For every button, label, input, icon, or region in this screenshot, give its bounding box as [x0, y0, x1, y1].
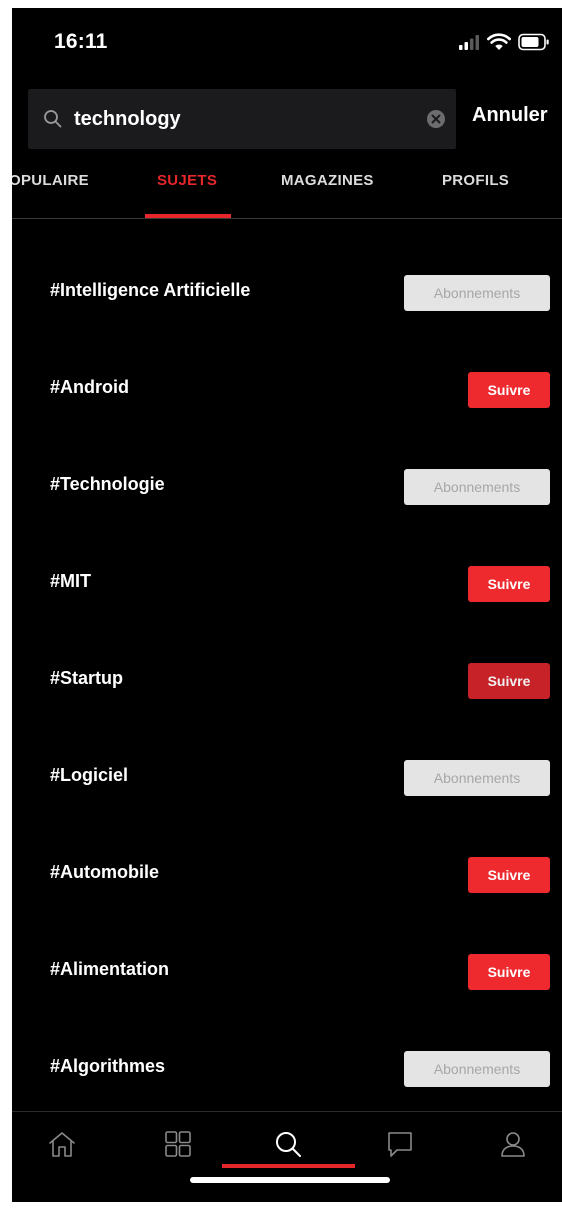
home-indicator [190, 1177, 390, 1183]
tab-profiles[interactable]: PROFILS [442, 172, 509, 189]
follow-button[interactable]: Suivre [468, 663, 550, 699]
tab-magazines[interactable]: MAGAZINES [281, 172, 374, 189]
list-item[interactable]: #MIT Suivre [12, 554, 562, 614]
phone-screen: 16:11 technology Annuler OPULAIRE SUJETS… [12, 8, 562, 1202]
follow-button[interactable]: Suivre [468, 857, 550, 893]
nav-profile[interactable] [493, 1126, 533, 1162]
list-item[interactable]: #Startup Suivre [12, 651, 562, 711]
search-input[interactable] [70, 89, 420, 149]
search-icon [276, 1132, 301, 1157]
tab-topics[interactable]: SUJETS [157, 172, 217, 189]
search-icon [44, 110, 62, 128]
topic-label: #Android [50, 377, 129, 397]
follow-button[interactable]: Suivre [468, 372, 550, 408]
topic-label: #Logiciel [50, 765, 129, 785]
list-item[interactable]: #Automobile Suivre [12, 845, 562, 905]
topic-label: #Technologie [50, 474, 165, 494]
wifi-icon [487, 33, 511, 50]
list-item[interactable]: #Alimentation Suivre [12, 942, 562, 1002]
list-item[interactable]: #Logiciel Abonnements [12, 748, 562, 808]
topic-label: #Alimentation [50, 959, 170, 979]
signal-icon [459, 35, 479, 50]
topic-label: #Algorithmes [50, 1056, 166, 1076]
status-icons [458, 32, 550, 52]
battery-icon [518, 33, 549, 51]
tab-active-indicator [145, 214, 231, 218]
tab-popular[interactable]: OPULAIRE [12, 172, 89, 189]
nav-search[interactable] [268, 1126, 308, 1162]
profile-icon [501, 1132, 525, 1157]
nav-explore[interactable] [158, 1126, 198, 1162]
topic-label: #Intelligence Artificielle [50, 280, 251, 300]
follow-button[interactable]: Suivre [468, 566, 550, 602]
list-item[interactable]: #Technologie Abonnements [12, 457, 562, 517]
subscribed-button[interactable]: Abonnements [404, 760, 550, 796]
topic-label: #Automobile [50, 862, 160, 882]
bottom-nav [12, 1111, 562, 1202]
topic-label: #MIT [50, 571, 92, 591]
subscribed-button[interactable]: Abonnements [404, 469, 550, 505]
cancel-button[interactable]: Annuler [472, 104, 548, 127]
status-bar: 16:11 [12, 8, 562, 78]
chat-icon [388, 1132, 412, 1157]
status-time: 16:11 [54, 30, 108, 53]
nav-home[interactable] [42, 1126, 82, 1162]
nav-active-indicator [222, 1164, 355, 1168]
tab-bar: OPULAIRE SUJETS MAGAZINES PROFILS [12, 158, 562, 219]
list-item[interactable]: #Intelligence Artificielle Abonnements [12, 263, 562, 323]
subscribed-button[interactable]: Abonnements [404, 275, 550, 311]
subscribed-button[interactable]: Abonnements [404, 1051, 550, 1087]
follow-button[interactable]: Suivre [468, 954, 550, 990]
list-item[interactable]: #Android Suivre [12, 360, 562, 420]
nav-messages[interactable] [380, 1126, 420, 1162]
home-icon [49, 1132, 75, 1157]
clear-icon[interactable] [426, 109, 446, 129]
list-item[interactable]: #Algorithmes Abonnements [12, 1039, 562, 1099]
search-bar [28, 89, 456, 149]
grid-icon [165, 1131, 191, 1157]
topic-label: #Startup [50, 668, 124, 688]
